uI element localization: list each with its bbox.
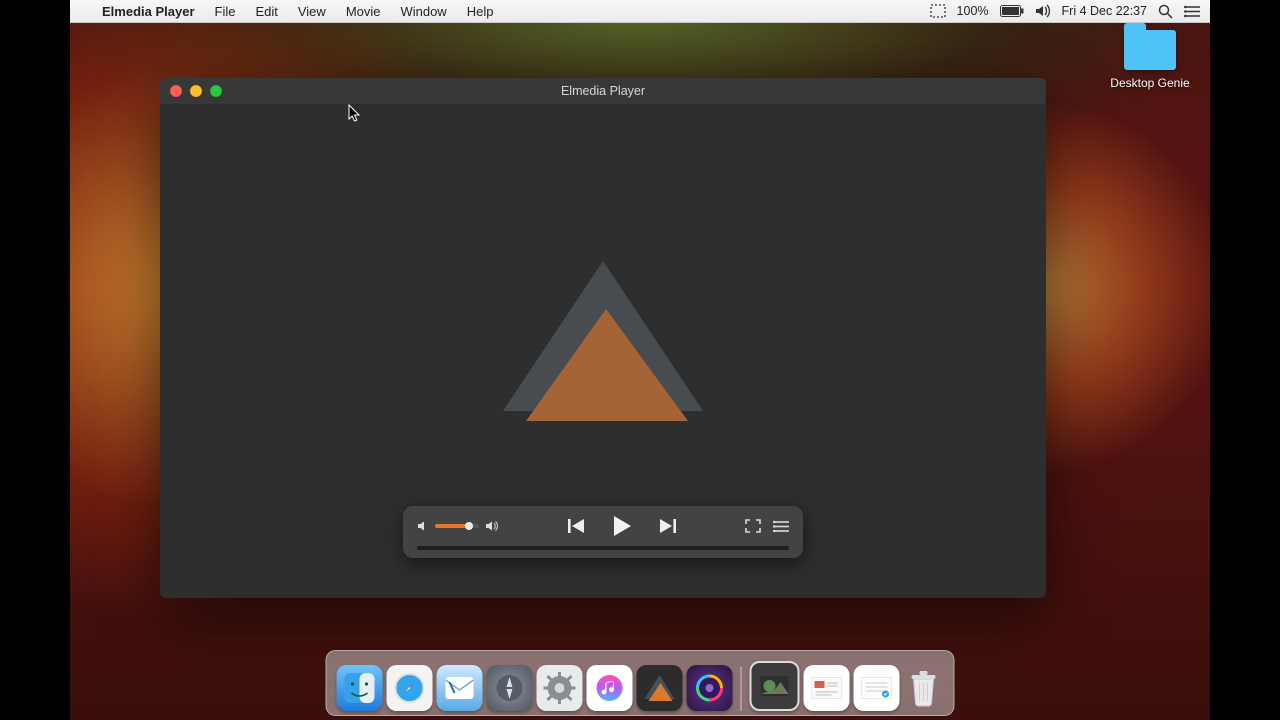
menu-view[interactable]: View	[288, 4, 336, 19]
dock-item-trash[interactable]	[904, 665, 944, 711]
dock-item-imovie[interactable]	[687, 665, 733, 711]
desktop-icon-desktop-genie[interactable]: Desktop Genie	[1105, 30, 1195, 90]
zoom-button[interactable]	[210, 85, 222, 97]
fullscreen-button[interactable]	[745, 519, 761, 533]
titlebar[interactable]: Elmedia Player	[160, 78, 1046, 104]
menu-window[interactable]: Window	[391, 4, 457, 19]
volume-mute-icon[interactable]	[417, 520, 429, 532]
elmedia-logo-icon	[488, 251, 718, 451]
dock-item-system-preferences[interactable]	[537, 665, 583, 711]
desktop: Elmedia Player File Edit View Movie Wind…	[70, 0, 1210, 720]
menu-edit[interactable]: Edit	[245, 4, 287, 19]
dock-item-elmedia-player[interactable]	[637, 665, 683, 711]
minimize-button[interactable]	[190, 85, 202, 97]
playback-controls	[403, 506, 803, 558]
app-window: Elmedia Player	[160, 78, 1046, 598]
dock-item-finder[interactable]	[337, 665, 383, 711]
dock-item-contacts[interactable]	[804, 665, 850, 711]
screenshot-icon[interactable]	[930, 4, 946, 18]
dock-item-notes[interactable]	[854, 665, 900, 711]
folder-icon	[1124, 30, 1176, 70]
volume-control	[417, 520, 499, 532]
volume-icon[interactable]	[1035, 4, 1051, 18]
volume-max-icon[interactable]	[485, 520, 499, 532]
desktop-icon-label: Desktop Genie	[1105, 76, 1195, 90]
progress-slider[interactable]	[417, 546, 789, 550]
menu-file[interactable]: File	[205, 4, 246, 19]
spotlight-icon[interactable]	[1158, 4, 1173, 19]
menubar-clock[interactable]: Fri 4 Dec 22:37	[1062, 4, 1147, 18]
menu-help[interactable]: Help	[457, 4, 504, 19]
previous-button[interactable]	[568, 518, 586, 534]
dock-separator	[741, 667, 742, 711]
dock	[326, 650, 955, 716]
pillarbox-right	[1210, 0, 1280, 720]
notifications-icon[interactable]	[1184, 5, 1200, 18]
playlist-button[interactable]	[773, 520, 789, 533]
app-menu[interactable]: Elmedia Player	[92, 4, 205, 19]
close-button[interactable]	[170, 85, 182, 97]
menubar: Elmedia Player File Edit View Movie Wind…	[70, 0, 1210, 23]
volume-slider[interactable]	[435, 524, 479, 528]
dock-item-launchpad[interactable]	[487, 665, 533, 711]
battery-pct: 100%	[957, 4, 989, 18]
menu-movie[interactable]: Movie	[336, 4, 391, 19]
window-title: Elmedia Player	[561, 84, 645, 98]
next-button[interactable]	[658, 518, 676, 534]
dock-item-safari[interactable]	[387, 665, 433, 711]
battery-icon[interactable]	[1000, 5, 1024, 17]
dock-item-photos[interactable]	[750, 661, 800, 711]
pillarbox-left	[0, 0, 70, 720]
play-button[interactable]	[610, 514, 634, 538]
mouse-cursor-icon	[348, 104, 362, 124]
dock-item-mail[interactable]	[437, 665, 483, 711]
dock-item-itunes[interactable]	[587, 665, 633, 711]
